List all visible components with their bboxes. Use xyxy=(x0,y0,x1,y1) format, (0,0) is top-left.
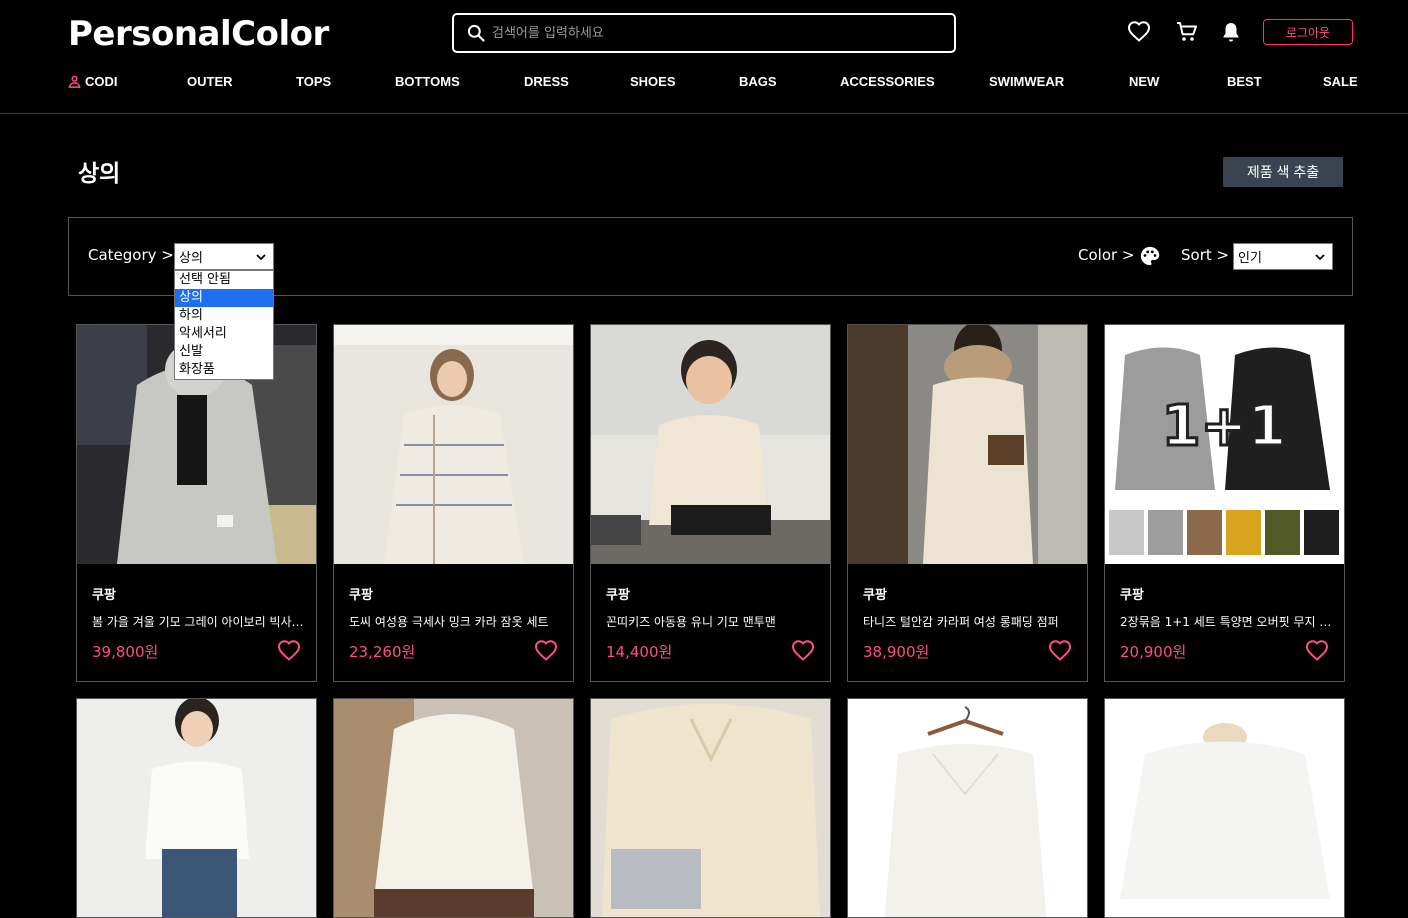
nav-item-swimwear[interactable]: SWIMWEAR xyxy=(989,74,1064,89)
like-heart-icon[interactable] xyxy=(791,639,815,663)
product-image[interactable] xyxy=(334,699,573,918)
product-name[interactable]: 2장묶음 1+1 세트 특양면 오버핏 무지 맨투맨 xyxy=(1120,613,1335,630)
person-icon xyxy=(68,75,81,88)
nav-item-new[interactable]: NEW xyxy=(1129,74,1159,89)
product-image[interactable] xyxy=(848,699,1087,918)
extract-color-button[interactable]: 제품 색 추출 xyxy=(1223,157,1343,187)
product-shop: 쿠팡 xyxy=(606,588,630,603)
nav-item-codi[interactable]: CODI xyxy=(68,74,118,89)
product-price: 39,800원 xyxy=(92,643,159,661)
category-label: Category > xyxy=(88,246,174,264)
category-option[interactable]: 하의 xyxy=(175,307,273,325)
category-option[interactable]: 신발 xyxy=(175,343,273,361)
category-selected-value: 상의 xyxy=(179,251,203,266)
logout-button[interactable]: 로그아웃 xyxy=(1263,19,1353,45)
category-option[interactable]: 선택 안됨 xyxy=(175,271,273,289)
color-label: Color > xyxy=(1078,246,1135,264)
product-card[interactable]: 쿠팡 도씨 여성용 극세사 밍크 카라 잠옷 세트 23,260원 xyxy=(333,324,574,682)
product-card[interactable] xyxy=(847,698,1088,918)
product-image[interactable] xyxy=(848,325,1087,564)
sort-label: Sort > xyxy=(1181,246,1230,264)
cart-icon[interactable] xyxy=(1175,20,1199,44)
nav-item-sale[interactable]: SALE xyxy=(1323,74,1358,89)
nav-item-accessories[interactable]: ACCESSORIES xyxy=(840,74,935,89)
category-dropdown-list: 선택 안됨 상의 하의 악세서리 신발 화장품 xyxy=(174,270,274,380)
heart-icon[interactable] xyxy=(1127,20,1151,44)
nav-item-bags[interactable]: BAGS xyxy=(739,74,777,89)
search-icon xyxy=(467,24,485,42)
product-name[interactable]: 도씨 여성용 극세사 밍크 카라 잠옷 세트 xyxy=(349,613,564,630)
nav-item-outer[interactable]: OUTER xyxy=(187,74,233,89)
product-price: 20,900원 xyxy=(1120,643,1187,661)
header: PersonalColor 로그아웃 CODI OUTER TOPS BOTTO… xyxy=(0,0,1408,114)
chevron-down-icon xyxy=(1315,254,1325,261)
category-option-selected[interactable]: 상의 xyxy=(175,289,273,307)
chevron-down-icon xyxy=(256,254,266,261)
nav-item-shoes[interactable]: SHOES xyxy=(630,74,676,89)
product-shop: 쿠팡 xyxy=(92,588,116,603)
nav-item-bottoms[interactable]: BOTTOMS xyxy=(395,74,460,89)
sort-selected-value: 인기 xyxy=(1238,251,1262,266)
palette-icon[interactable] xyxy=(1139,245,1161,267)
product-shop: 쿠팡 xyxy=(863,588,887,603)
product-shop: 쿠팡 xyxy=(1120,588,1144,603)
product-card[interactable]: 1+1 쿠팡 2장묶음 1+1 세트 특양면 오버핏 무지 맨투맨 20,900… xyxy=(1104,324,1345,682)
product-price: 38,900원 xyxy=(863,643,930,661)
product-price: 14,400원 xyxy=(606,643,673,661)
search-bar[interactable] xyxy=(452,13,956,53)
product-image[interactable] xyxy=(591,699,830,918)
product-card[interactable] xyxy=(590,698,831,918)
main-nav: CODI OUTER TOPS BOTTOMS DRESS SHOES BAGS… xyxy=(68,74,1358,92)
nav-item-tops[interactable]: TOPS xyxy=(296,74,331,89)
bell-icon[interactable] xyxy=(1219,20,1243,44)
product-name[interactable]: 꼰띠키즈 아동용 유니 기모 맨투맨 xyxy=(606,613,821,630)
nav-item-dress[interactable]: DRESS xyxy=(524,74,569,89)
product-image[interactable] xyxy=(77,699,316,918)
category-option[interactable]: 악세서리 xyxy=(175,325,273,343)
nav-item-best[interactable]: BEST xyxy=(1227,74,1262,89)
product-card[interactable] xyxy=(333,698,574,918)
product-card[interactable] xyxy=(76,698,317,918)
logo[interactable]: PersonalColor xyxy=(68,14,329,54)
product-image[interactable] xyxy=(591,325,830,564)
like-heart-icon[interactable] xyxy=(1048,639,1072,663)
product-image[interactable]: 1+1 xyxy=(1105,325,1344,564)
product-card[interactable] xyxy=(1104,698,1345,918)
product-price: 23,260원 xyxy=(349,643,416,661)
category-option[interactable]: 화장품 xyxy=(175,361,273,379)
product-card[interactable]: 쿠팡 꼰띠키즈 아동용 유니 기모 맨투맨 14,400원 xyxy=(590,324,831,682)
page-title: 상의 xyxy=(78,161,121,187)
product-name[interactable]: 타니즈 털안감 카라퍼 여성 롱패딩 점퍼 xyxy=(863,613,1078,630)
like-heart-icon[interactable] xyxy=(1305,639,1329,663)
search-input[interactable] xyxy=(492,25,932,41)
product-image[interactable] xyxy=(1105,699,1344,918)
product-image-text: 1+1 xyxy=(1162,394,1287,459)
like-heart-icon[interactable] xyxy=(534,639,558,663)
product-shop: 쿠팡 xyxy=(349,588,373,603)
product-name[interactable]: 봄 가을 겨울 기모 그레이 아이보리 빅사이즈 후드 집업 xyxy=(92,613,307,630)
product-image[interactable] xyxy=(334,325,573,564)
sort-select[interactable]: 인기 xyxy=(1233,243,1333,270)
product-card[interactable]: 쿠팡 타니즈 털안감 카라퍼 여성 롱패딩 점퍼 38,900원 xyxy=(847,324,1088,682)
category-select[interactable]: 상의 xyxy=(174,243,274,270)
like-heart-icon[interactable] xyxy=(277,639,301,663)
